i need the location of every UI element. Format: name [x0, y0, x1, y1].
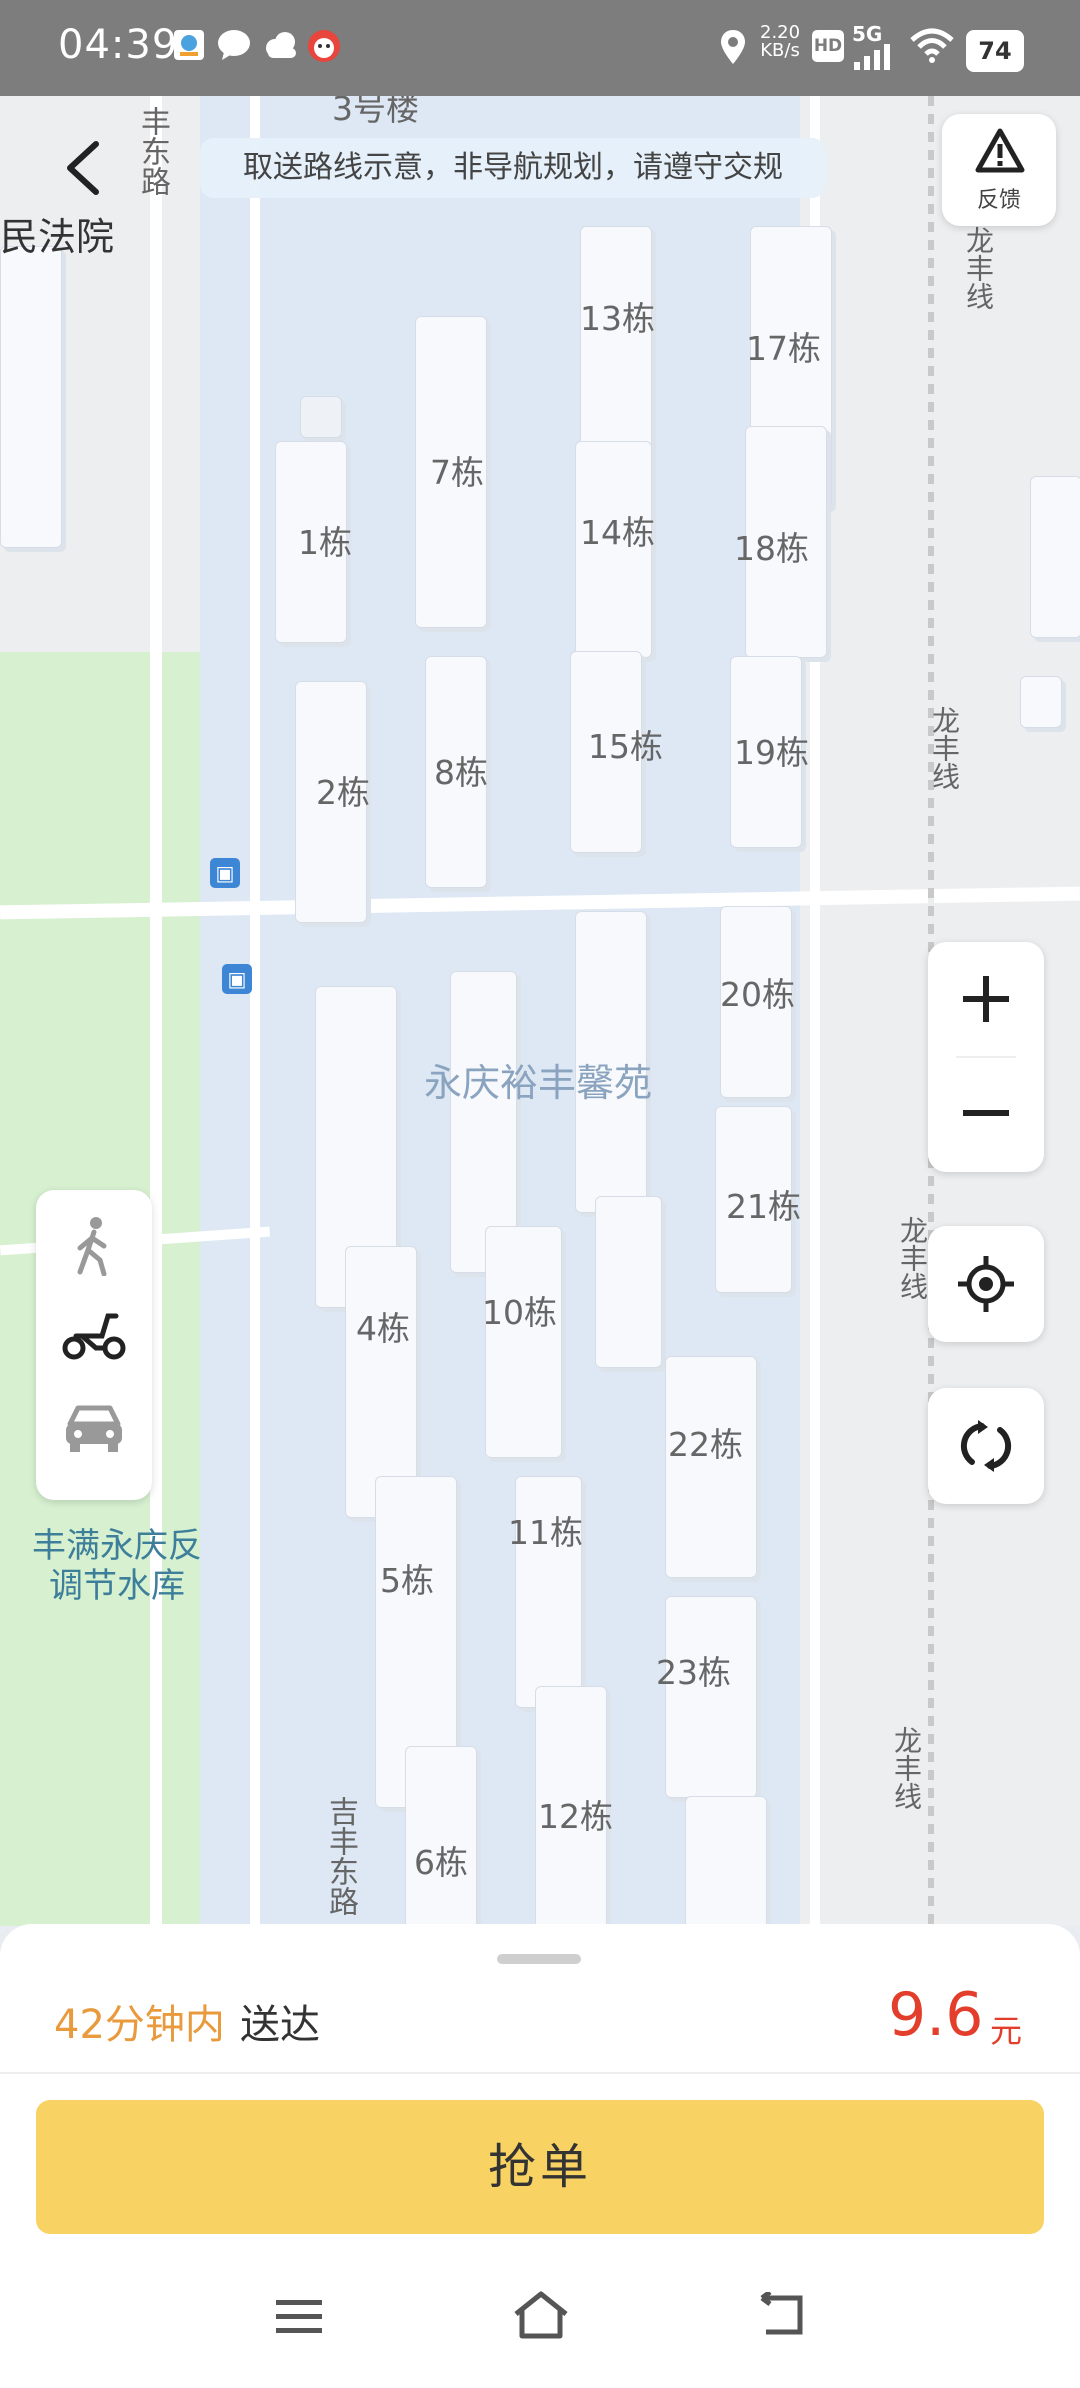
building-label: 7栋 [430, 453, 484, 492]
cloud-icon [266, 32, 296, 58]
locate-icon [958, 1256, 1014, 1312]
reservoir-label: 丰满永庆反调节水库 [32, 1526, 202, 1606]
road-vertical [150, 96, 162, 1926]
home-icon[interactable] [512, 2290, 570, 2340]
app-mascot-icon [308, 30, 340, 62]
bus-stop-icon[interactable]: ▣ [210, 858, 240, 888]
menu-icon[interactable] [274, 2296, 324, 2336]
rail-label: 龙丰线 [962, 226, 995, 310]
signal-icon [854, 44, 890, 70]
building-label: 10栋 [482, 1293, 557, 1332]
battery-indicator: 74 [966, 30, 1024, 72]
building-label: 6栋 [414, 1843, 468, 1882]
divider [0, 2072, 1080, 2074]
rail-label: 龙丰线 [896, 1216, 929, 1300]
feedback-label: 反馈 [976, 188, 1021, 213]
minus-icon [963, 1110, 1009, 1116]
back-icon[interactable] [58, 138, 108, 198]
building [595, 1196, 662, 1368]
road-vertical [250, 96, 260, 1926]
bus-stop-icon[interactable]: ▣ [222, 964, 252, 994]
message-icon [218, 30, 250, 60]
building-label: 3号楼 [332, 96, 419, 128]
building [485, 1226, 562, 1458]
app-notification-icon [174, 30, 204, 60]
building-label: 22栋 [668, 1425, 743, 1464]
building-label: 4栋 [356, 1309, 410, 1348]
building-label: 21栋 [726, 1187, 801, 1226]
building-label: 23栋 [656, 1653, 731, 1692]
building [665, 1356, 757, 1578]
complex-name: 永庆裕丰馨苑 [424, 1061, 653, 1105]
hd-badge: HD [812, 30, 844, 62]
refresh-button[interactable] [928, 1388, 1044, 1504]
building [685, 1796, 767, 1926]
price-value: 9.6 [888, 1980, 984, 2050]
building [300, 396, 342, 438]
price-unit: 元 [990, 2012, 1023, 2050]
building-label: 1栋 [298, 523, 352, 562]
zoom-out-button[interactable] [928, 1058, 1044, 1172]
refresh-icon [960, 1420, 1012, 1472]
building [1030, 476, 1080, 638]
building [0, 246, 62, 548]
road-label: 吉丰东路 [323, 1796, 358, 1916]
back-nav-icon[interactable] [754, 2292, 806, 2338]
walk-icon[interactable] [70, 1216, 118, 1276]
zoom-control [928, 942, 1044, 1172]
sheet-handle[interactable] [497, 1954, 581, 1964]
building [1020, 676, 1062, 728]
car-icon[interactable] [62, 1402, 126, 1454]
building-label: 17栋 [746, 329, 821, 368]
route-notice: 取送路线示意，非导航规划，请遵守交规 [200, 138, 826, 198]
building-label: 8栋 [434, 753, 488, 792]
building-label: 19栋 [734, 733, 809, 772]
location-icon [721, 30, 745, 64]
zoom-in-button[interactable] [928, 942, 1044, 1056]
building-label: 2栋 [316, 773, 370, 812]
road-label: 丰东路 [135, 106, 170, 196]
locate-button[interactable] [928, 1226, 1044, 1342]
building-label: 14栋 [580, 513, 655, 552]
status-bar: 04:39 2.20 KB/s HD 5G 74 [0, 0, 1080, 96]
delivery-time-suffix: 送达 [240, 2002, 320, 2048]
order-sheet: 42分钟内 送达 9.6 元 抢单 [0, 1924, 1080, 2388]
map-view[interactable]: 3号楼 民法院 丰东路 吉丰东路 龙丰线 龙丰线 龙丰线 龙丰线 1栋 2栋 4… [0, 96, 1080, 1926]
scooter-icon[interactable] [62, 1306, 126, 1360]
building-label: 20栋 [720, 975, 795, 1014]
grab-order-button[interactable]: 抢单 [36, 2100, 1044, 2234]
building-label: 12栋 [538, 1797, 613, 1836]
building-label: 15栋 [588, 727, 663, 766]
building-label: 18栋 [734, 529, 809, 568]
plus-icon [963, 976, 1009, 1022]
court-label: 民法院 [0, 215, 115, 259]
transport-mode-selector [36, 1190, 152, 1500]
building [665, 1596, 757, 1798]
network-type: 5G [852, 22, 883, 46]
rail-label: 龙丰线 [890, 1726, 923, 1810]
delivery-time: 42分钟内 [54, 2002, 225, 2048]
building-label: 11栋 [508, 1513, 583, 1552]
wifi-icon [910, 28, 954, 63]
speed-unit: KB/s [760, 40, 800, 61]
feedback-button[interactable]: 反馈 [942, 114, 1056, 226]
status-time: 04:39 [58, 22, 179, 68]
building-label: 5栋 [380, 1561, 434, 1600]
building-label: 13栋 [580, 299, 655, 338]
rail-label: 龙丰线 [928, 706, 961, 790]
warning-icon [975, 128, 1025, 173]
network-speed: 2.20 KB/s [760, 24, 800, 60]
